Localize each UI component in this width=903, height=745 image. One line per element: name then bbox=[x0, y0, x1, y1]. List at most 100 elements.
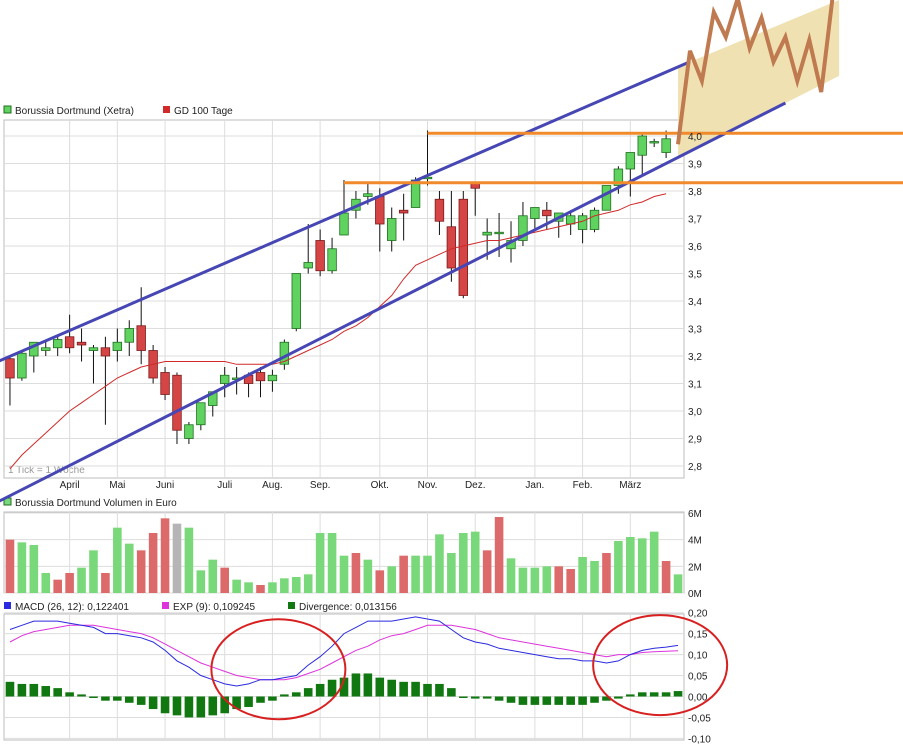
divergence-bar bbox=[554, 696, 564, 705]
candle-up bbox=[279, 341, 290, 365]
divergence-bar bbox=[375, 677, 385, 697]
volume-bar bbox=[77, 567, 86, 593]
volume-bar bbox=[506, 558, 516, 593]
price-tick-label: 3,6 bbox=[688, 242, 702, 253]
divergence-bar bbox=[315, 683, 325, 697]
x-tick-label: April bbox=[60, 480, 80, 491]
price-tick-label: 3,7 bbox=[688, 215, 702, 226]
divergence-bar bbox=[148, 696, 158, 710]
volume-bar bbox=[435, 534, 444, 593]
macd-tick-label: 0,10 bbox=[688, 651, 708, 662]
candle-up bbox=[601, 185, 612, 211]
x-tick-label: Juni bbox=[156, 480, 174, 491]
candle-up bbox=[637, 135, 647, 156]
divergence-bar bbox=[423, 683, 432, 697]
divergence-bar bbox=[172, 696, 182, 716]
volume-bar bbox=[41, 573, 51, 593]
volume-bar bbox=[220, 567, 229, 593]
x-tick-label: Feb. bbox=[573, 480, 593, 491]
price-tick-label: 3,4 bbox=[688, 297, 702, 308]
volume-tick-label: 4M bbox=[688, 536, 702, 547]
divergence-bar bbox=[327, 679, 337, 697]
volume-bar bbox=[518, 567, 528, 593]
volume-bar bbox=[29, 545, 39, 593]
legend-label-macd: MACD (26, 12): 0,122401 bbox=[15, 602, 129, 613]
divergence-bar bbox=[244, 696, 253, 707]
volume-bar bbox=[291, 577, 301, 593]
volume-bar bbox=[256, 585, 265, 593]
candle-up bbox=[494, 231, 504, 235]
candle-up bbox=[17, 352, 27, 379]
candle-up bbox=[649, 141, 659, 144]
volume-bar bbox=[673, 574, 683, 593]
volume-bar bbox=[375, 570, 385, 593]
volume-tick-label: 2M bbox=[688, 562, 702, 573]
divergence-bar bbox=[77, 694, 86, 697]
divergence-bar bbox=[303, 688, 313, 697]
divergence-bar bbox=[160, 696, 170, 714]
candle-down bbox=[76, 341, 87, 346]
x-tick-label: Mai bbox=[109, 480, 125, 491]
price-tick-label: 2,9 bbox=[688, 435, 702, 446]
volume-bar bbox=[184, 527, 194, 593]
volume-bar bbox=[530, 567, 540, 593]
x-tick-label: Aug. bbox=[262, 480, 283, 491]
divergence-bar bbox=[29, 683, 39, 697]
volume-bar bbox=[124, 543, 134, 593]
divergence-bar bbox=[17, 683, 27, 697]
candle-down bbox=[136, 325, 146, 351]
legend-swatch-price bbox=[3, 105, 12, 114]
legend-label-volume: Borussia Dortmund Volumen in Euro bbox=[15, 498, 177, 509]
price-tick-label: 3,1 bbox=[688, 380, 702, 391]
divergence-bar bbox=[124, 696, 134, 703]
macd-tick-label: 0,20 bbox=[688, 609, 708, 620]
candle-up bbox=[220, 374, 230, 384]
x-tick-label: Dez. bbox=[465, 480, 486, 491]
divergence-bar bbox=[387, 679, 397, 697]
candle-down bbox=[255, 372, 266, 382]
legend-swatch-macd bbox=[4, 602, 11, 609]
x-tick-label: März bbox=[619, 480, 641, 491]
divergence-bar bbox=[184, 696, 194, 718]
candle-up bbox=[482, 231, 492, 236]
price-tick-label: 3,3 bbox=[688, 325, 702, 336]
volume-bar bbox=[232, 579, 241, 593]
volume-bar bbox=[327, 533, 337, 593]
volume-bar bbox=[637, 538, 647, 593]
candle-down bbox=[315, 240, 325, 272]
divergence-bar bbox=[506, 696, 516, 703]
candle-up bbox=[124, 328, 134, 343]
candle-down bbox=[64, 336, 75, 349]
divergence-bar bbox=[5, 681, 15, 697]
divergence-bar bbox=[518, 696, 528, 705]
candle-up bbox=[112, 341, 123, 351]
candle-up bbox=[267, 374, 278, 382]
volume-bar bbox=[136, 550, 146, 593]
volume-bar bbox=[268, 582, 277, 593]
volume-bar bbox=[566, 569, 575, 593]
divergence-bar bbox=[101, 696, 110, 701]
legend-label-exp: EXP (9): 0,109245 bbox=[173, 602, 256, 613]
divergence-bar bbox=[459, 696, 468, 698]
divergence-bar bbox=[411, 681, 420, 697]
x-tick-label: Juli bbox=[217, 480, 232, 491]
divergence-bar bbox=[637, 692, 647, 697]
price-tick-label: 2,8 bbox=[688, 462, 702, 473]
volume-bar bbox=[280, 578, 289, 593]
macd-tick-label: -0,10 bbox=[688, 734, 711, 745]
volume-bar bbox=[482, 550, 492, 593]
volume-bar bbox=[160, 518, 170, 593]
divergence-bar bbox=[363, 673, 373, 697]
volume-bar bbox=[661, 561, 671, 593]
divergence-bar bbox=[626, 694, 635, 697]
volume-bar bbox=[244, 582, 253, 593]
candle-down bbox=[160, 372, 170, 395]
price-tick-label: 4,0 bbox=[688, 132, 702, 143]
divergence-bar bbox=[268, 696, 277, 701]
candle-up bbox=[52, 339, 63, 349]
candle-up bbox=[577, 215, 588, 230]
volume-bar bbox=[315, 533, 325, 593]
divergence-bar bbox=[256, 696, 265, 703]
divergence-bar bbox=[590, 696, 599, 703]
candle-up bbox=[339, 212, 349, 236]
